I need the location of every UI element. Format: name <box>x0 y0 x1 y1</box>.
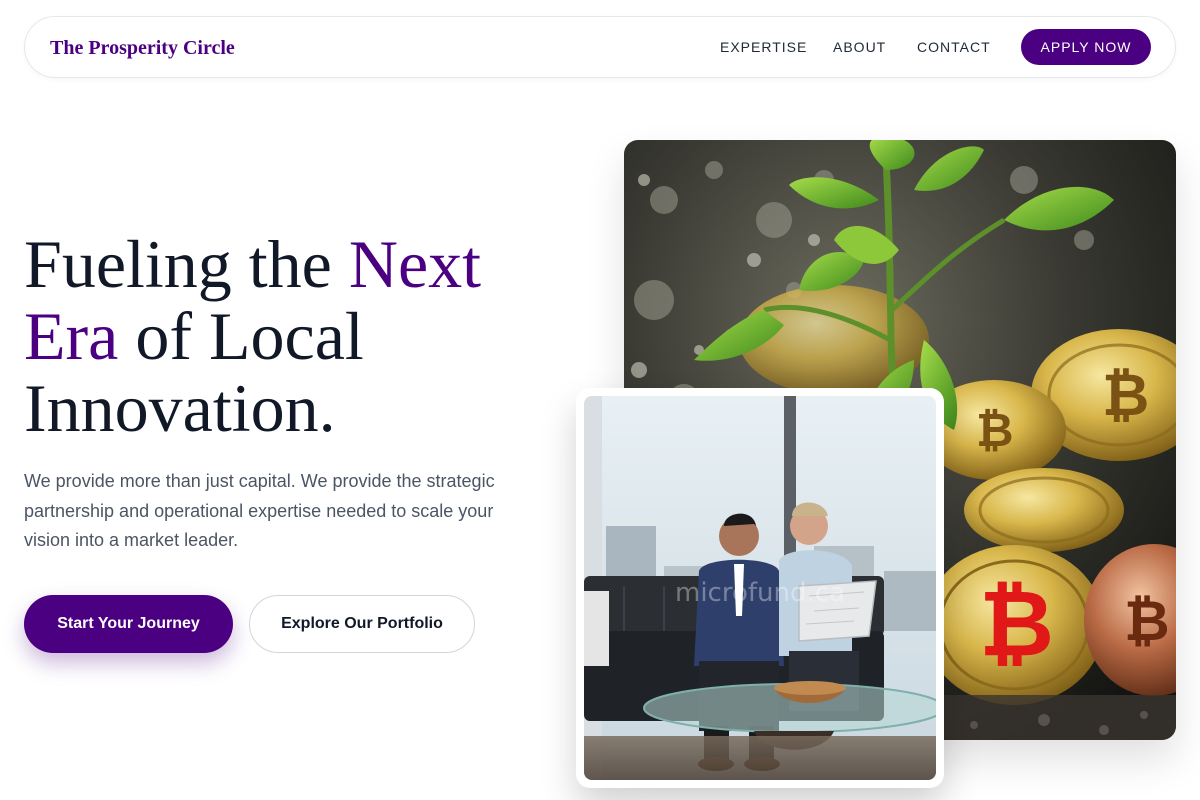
svg-text:₿: ₿ <box>979 570 1054 677</box>
image-watermark: microfund.ca <box>675 578 845 608</box>
nav-link-about[interactable]: ABOUT <box>833 38 886 56</box>
hero-title-accent-next: Next <box>348 226 482 302</box>
top-navigation: The Prosperity Circle EXPERTISE ABOUT CO… <box>24 16 1176 78</box>
hero-title-accent-era: Era <box>24 298 119 374</box>
nav-link-expertise[interactable]: EXPERTISE <box>720 38 807 56</box>
hero-title: Fueling the Next Era of Local Innovation… <box>24 228 584 444</box>
hero-image-businessmen: microfund.ca <box>584 396 936 780</box>
nav-link-contact[interactable]: CONTACT <box>917 38 991 56</box>
svg-text:₿: ₿ <box>1124 589 1170 654</box>
hero-title-part1: Fueling the <box>24 226 349 302</box>
explore-portfolio-button[interactable]: Explore Our Portfolio <box>249 595 475 653</box>
businessmen-illustration: microfund.ca <box>584 396 936 780</box>
start-journey-button[interactable]: Start Your Journey <box>24 595 233 653</box>
apply-now-button[interactable]: APPLY NOW <box>1021 29 1151 65</box>
svg-text:₿: ₿ <box>1102 361 1149 429</box>
hero-description: We provide more than just capital. We pr… <box>24 471 495 550</box>
hero-image-inset-frame: microfund.ca <box>576 388 944 788</box>
brand-logo[interactable]: The Prosperity Circle <box>50 36 235 60</box>
svg-text:₿: ₿ <box>976 403 1014 457</box>
